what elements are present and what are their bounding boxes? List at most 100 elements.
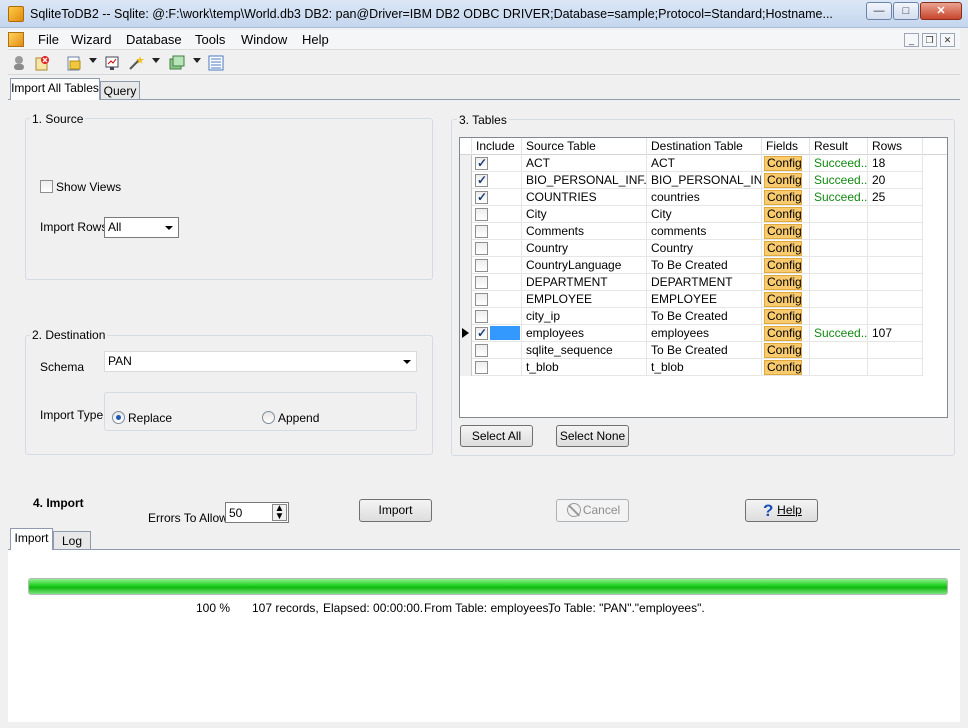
import-button[interactable]: Import (359, 499, 432, 522)
row-header[interactable] (460, 342, 472, 359)
include-checkbox[interactable] (475, 242, 488, 255)
wizard-icon[interactable] (66, 55, 82, 71)
result-cell (810, 291, 868, 308)
tab-query[interactable]: Query (100, 81, 140, 99)
user-icon[interactable] (11, 55, 27, 71)
column-result[interactable]: Result (810, 138, 868, 155)
select-all-button[interactable]: Select All (460, 425, 533, 447)
row-header[interactable] (460, 359, 472, 376)
menu-wizard[interactable]: Wizard (71, 32, 111, 48)
tab-import[interactable]: Import (10, 528, 53, 550)
table-row[interactable]: COUNTRIEScountriesConfig Succeed...25 (460, 189, 923, 206)
windows-icon[interactable] (169, 55, 185, 71)
row-header[interactable] (460, 240, 472, 257)
help-button[interactable]: ? Help (745, 499, 818, 522)
menu-help[interactable]: Help (302, 32, 329, 48)
row-header[interactable] (460, 172, 472, 189)
table-row[interactable]: Country Country Config (460, 240, 923, 257)
fields-cell: Config (762, 172, 810, 189)
append-radio[interactable] (262, 411, 275, 424)
column-fields[interactable]: Fields (762, 138, 810, 155)
menu-database[interactable]: Database (126, 32, 182, 48)
maximize-button[interactable]: □ (893, 2, 919, 20)
table-row[interactable]: employeesemployeesConfigSucceed...107 (460, 325, 923, 342)
row-header[interactable] (460, 274, 472, 291)
tab-log[interactable]: Log (53, 531, 91, 549)
config-button[interactable]: Config (764, 190, 802, 205)
include-checkbox[interactable] (475, 361, 488, 374)
mdi-close-button[interactable]: ✕ (940, 33, 955, 47)
mdi-restore-button[interactable]: ❐ (922, 33, 937, 47)
disconnect-icon[interactable] (34, 55, 50, 71)
chevron-down-icon[interactable] (89, 58, 97, 63)
column-include[interactable]: Include (472, 138, 522, 155)
menu-window[interactable]: Window (241, 32, 287, 48)
mdi-minimize-button[interactable]: _ (904, 33, 919, 47)
errors-to-allow-input[interactable]: 50 ▲ ▼ (225, 502, 289, 523)
include-checkbox[interactable] (475, 325, 488, 341)
menu-tools[interactable]: Tools (195, 32, 225, 48)
report-icon[interactable] (104, 55, 120, 71)
config-button[interactable]: Config (764, 258, 802, 273)
cancel-button[interactable]: Cancel (556, 499, 629, 522)
include-checkbox[interactable] (475, 259, 488, 272)
include-checkbox[interactable] (475, 189, 488, 205)
include-checkbox[interactable] (475, 344, 488, 357)
include-checkbox[interactable] (475, 225, 488, 238)
config-button[interactable]: Config (764, 326, 802, 341)
close-button[interactable]: ✕ (920, 2, 962, 20)
table-row[interactable]: Comments comments Config (460, 223, 923, 240)
row-header[interactable] (460, 223, 472, 240)
table-row[interactable]: DEPARTMENT DEPARTMENT Config (460, 274, 923, 291)
chevron-down-icon[interactable] (152, 58, 160, 63)
table-row[interactable]: city_ip To Be Created Config (460, 308, 923, 325)
column-rows[interactable]: Rows (868, 138, 923, 155)
table-row[interactable]: sqlite_sequence To Be Created Config (460, 342, 923, 359)
spin-updown-icon[interactable]: ▲ ▼ (272, 504, 287, 522)
schema-select[interactable]: PAN (104, 351, 417, 372)
row-header[interactable] (460, 189, 472, 206)
tab-import-all-tables[interactable]: Import All Tables (10, 78, 100, 100)
menu-file[interactable]: File (38, 32, 59, 48)
include-checkbox[interactable] (475, 172, 488, 188)
include-checkbox[interactable] (475, 276, 488, 289)
source-table-cell: COUNTRIES (522, 189, 647, 206)
table-row[interactable]: t_blob t_blob Config (460, 359, 923, 376)
list-view-icon[interactable] (208, 55, 224, 71)
config-button[interactable]: Config (764, 343, 802, 358)
table-row[interactable]: BIO_PERSONAL_INF...BIO_PERSONAL_IN...Con… (460, 172, 923, 189)
config-button[interactable]: Config (764, 360, 802, 375)
include-checkbox[interactable] (475, 293, 488, 306)
row-header[interactable] (460, 291, 472, 308)
import-rows-select[interactable]: All (104, 217, 179, 238)
config-button[interactable]: Config (764, 156, 802, 171)
include-checkbox[interactable] (475, 310, 488, 323)
column-destination-table[interactable]: Destination Table (647, 138, 762, 155)
config-button[interactable]: Config (764, 241, 802, 256)
table-row[interactable]: ACTACTConfigSucceed...18 (460, 155, 923, 172)
replace-label: Replace (128, 411, 173, 425)
config-button[interactable]: Config (764, 275, 802, 290)
config-button[interactable]: Config (764, 292, 802, 307)
minimize-button[interactable]: — (866, 2, 892, 20)
table-row[interactable]: EMPLOYEE EMPLOYEE Config (460, 291, 923, 308)
include-checkbox[interactable] (475, 208, 488, 221)
row-header[interactable] (460, 206, 472, 223)
row-header[interactable] (460, 257, 472, 274)
table-row[interactable]: CountryLanguage To Be Created Config (460, 257, 923, 274)
show-views-checkbox[interactable] (40, 180, 53, 193)
config-button[interactable]: Config (764, 224, 802, 239)
magic-wand-icon[interactable] (128, 55, 144, 71)
column-source-table[interactable]: Source Table (522, 138, 647, 155)
config-button[interactable]: Config (764, 173, 802, 188)
row-header[interactable] (460, 308, 472, 325)
row-header[interactable] (460, 325, 472, 342)
config-button[interactable]: Config (764, 207, 802, 222)
replace-radio[interactable] (112, 411, 125, 424)
select-none-button[interactable]: Select None (556, 425, 629, 447)
include-checkbox[interactable] (475, 155, 488, 171)
config-button[interactable]: Config (764, 309, 802, 324)
chevron-down-icon[interactable] (193, 58, 201, 63)
row-header[interactable] (460, 155, 472, 172)
table-row[interactable]: City City Config (460, 206, 923, 223)
